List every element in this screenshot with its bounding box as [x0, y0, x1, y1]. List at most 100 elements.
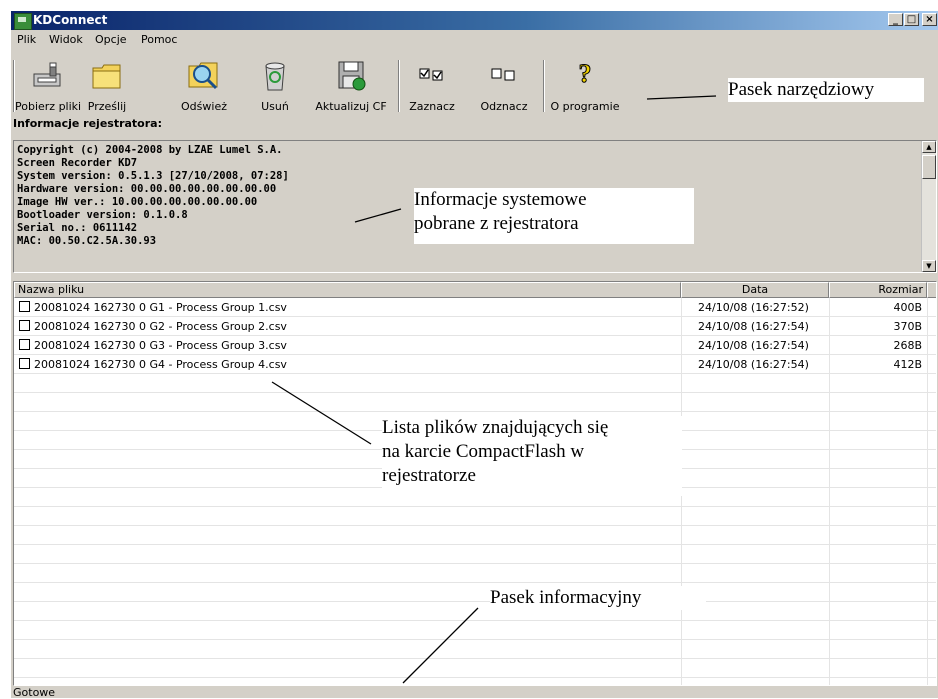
menu-plik[interactable]: Plik — [17, 33, 36, 46]
about-label: O programie — [550, 100, 620, 113]
download-disk-icon — [33, 62, 61, 87]
folder-icon — [92, 64, 121, 89]
about-button[interactable]: ? O programie — [548, 54, 622, 113]
file-name: 20081024 162730 0 G3 - Process Group 3.c… — [34, 339, 287, 352]
title-bar[interactable]: KDConnect _ □ × — [11, 11, 938, 30]
file-checkbox[interactable] — [19, 358, 30, 369]
annotation-file-list: Lista plików znajdujących się na karcie … — [382, 416, 682, 496]
file-checkbox[interactable] — [19, 339, 30, 350]
column-header-date[interactable]: Data — [681, 282, 829, 298]
app-icon — [14, 13, 32, 30]
refresh-button[interactable]: Odśwież — [171, 54, 237, 113]
annotation-sysinfo-line: Informacje systemowe — [414, 189, 587, 210]
file-name: 20081024 162730 0 G4 - Process Group 4.c… — [34, 358, 287, 371]
file-size: 400B — [893, 301, 922, 314]
check-boxes-icon — [419, 68, 443, 81]
sysinfo-line: Hardware version: 00.00.00.00.00.00.00.0… — [17, 183, 277, 195]
status-bar: Gotowe — [11, 686, 938, 699]
file-list-header: Nazwa pliku Data Rozmiar — [14, 282, 936, 298]
empty-row — [14, 659, 936, 678]
file-date: 24/10/08 (16:27:54) — [698, 358, 809, 371]
file-name: 20081024 162730 0 G1 - Process Group 1.c… — [34, 301, 287, 314]
sysinfo-line: Copyright (c) 2004-2008 by LZAE Lumel S.… — [17, 144, 283, 156]
empty-row — [14, 564, 936, 583]
empty-boxes-icon — [491, 68, 515, 81]
toolbar-separator — [398, 60, 400, 112]
column-header-size[interactable]: Rozmiar — [829, 282, 927, 298]
scroll-thumb[interactable] — [922, 155, 936, 179]
sysinfo-scrollbar[interactable]: ▲ ▼ — [921, 141, 936, 272]
annotation-file-list-line: na karcie CompactFlash w — [382, 441, 585, 462]
sysinfo-line: Bootloader version: 0.1.0.8 — [17, 209, 188, 221]
file-row[interactable]: 20081024 162730 0 G4 - Process Group 4.c… — [14, 355, 936, 374]
update-cf-button[interactable]: Aktualizuj CF — [311, 54, 391, 113]
file-row[interactable]: 20081024 162730 0 G2 - Process Group 2.c… — [14, 317, 936, 336]
annotation-file-list-line: Lista plików znajdujących się — [382, 417, 609, 438]
menu-opcje[interactable]: Opcje — [95, 33, 127, 46]
annotation-statusbar-text: Pasek informacyjny — [490, 587, 642, 608]
recorder-info-label: Informacje rejestratora: — [13, 117, 162, 130]
column-header-filler — [927, 282, 936, 298]
menu-widok[interactable]: Widok — [49, 33, 83, 46]
download-files-button[interactable]: Pobierz pliki — [15, 54, 82, 113]
file-row[interactable]: 20081024 162730 0 G3 - Process Group 3.c… — [14, 336, 936, 355]
empty-row — [14, 526, 936, 545]
file-name: 20081024 162730 0 G2 - Process Group 2.c… — [34, 320, 287, 333]
empty-row — [14, 545, 936, 564]
floppy-update-icon — [338, 61, 366, 91]
file-size: 268B — [893, 339, 922, 352]
refresh-label: Odśwież — [181, 100, 227, 113]
download-files-label: Pobierz pliki — [15, 100, 82, 113]
app-window: KDConnect _ □ × Plik Widok Opcje Pomoc P… — [11, 11, 938, 699]
upload-button[interactable]: Prześlij — [79, 54, 135, 113]
empty-row — [14, 602, 936, 621]
deselect-all-button[interactable]: Odznacz — [473, 54, 535, 113]
file-size: 370B — [893, 320, 922, 333]
sysinfo-line: Image HW ver.: 10.00.00.00.00.00.00.00 — [17, 196, 258, 208]
menu-bar: Plik Widok Opcje Pomoc — [11, 30, 938, 48]
svg-text:?: ? — [579, 60, 592, 88]
scroll-up-arrow-icon[interactable]: ▲ — [922, 141, 936, 153]
close-button[interactable]: × — [922, 13, 937, 26]
upload-label: Prześlij — [87, 100, 127, 113]
empty-row — [14, 583, 936, 602]
annotation-statusbar: Pasek informacyjny — [490, 586, 706, 610]
window-title: KDConnect — [33, 13, 108, 27]
delete-label: Usuń — [261, 100, 289, 113]
file-date: 24/10/08 (16:27:52) — [698, 301, 809, 314]
empty-row — [14, 393, 936, 412]
status-text: Gotowe — [13, 686, 56, 699]
deselect-all-label: Odznacz — [480, 100, 528, 113]
annotation-sysinfo-line: pobrane z rejestratora — [414, 213, 579, 234]
minimize-button[interactable]: _ — [888, 13, 903, 26]
maximize-button[interactable]: □ — [904, 13, 919, 26]
column-header-name[interactable]: Nazwa pliku — [14, 282, 681, 298]
file-size: 412B — [893, 358, 922, 371]
empty-row — [14, 640, 936, 659]
empty-row — [14, 374, 936, 393]
file-checkbox[interactable] — [19, 301, 30, 312]
sysinfo-line: System version: 0.5.1.3 [27/10/2008, 07:… — [17, 170, 289, 182]
update-cf-label: Aktualizuj CF — [315, 100, 387, 113]
file-row[interactable]: 20081024 162730 0 G1 - Process Group 1.c… — [14, 298, 936, 317]
help-question-icon: ? — [578, 60, 592, 89]
toolbar-separator — [543, 60, 545, 112]
sysinfo-line: Serial no.: 0611142 — [17, 222, 138, 234]
file-checkbox[interactable] — [19, 320, 30, 331]
annotation-toolbar-text: Pasek narzędziowy — [728, 79, 875, 100]
magnifier-icon — [188, 62, 218, 90]
select-all-label: Zaznacz — [409, 100, 455, 113]
empty-row — [14, 507, 936, 526]
select-all-button[interactable]: Zaznacz — [403, 54, 461, 113]
recycle-bin-icon — [265, 62, 285, 91]
file-date: 24/10/08 (16:27:54) — [698, 339, 809, 352]
delete-button[interactable]: Usuń — [251, 54, 299, 113]
empty-row — [14, 621, 936, 640]
annotation-sysinfo: Informacje systemowe pobrane z rejestrat… — [414, 188, 694, 244]
file-date: 24/10/08 (16:27:54) — [698, 320, 809, 333]
menu-pomoc[interactable]: Pomoc — [141, 33, 177, 46]
sysinfo-line: Screen Recorder KD7 — [17, 157, 138, 169]
annotation-file-list-line: rejestratorze — [382, 465, 476, 486]
scroll-down-arrow-icon[interactable]: ▼ — [922, 260, 936, 272]
annotation-toolbar: Pasek narzędziowy — [728, 78, 924, 102]
